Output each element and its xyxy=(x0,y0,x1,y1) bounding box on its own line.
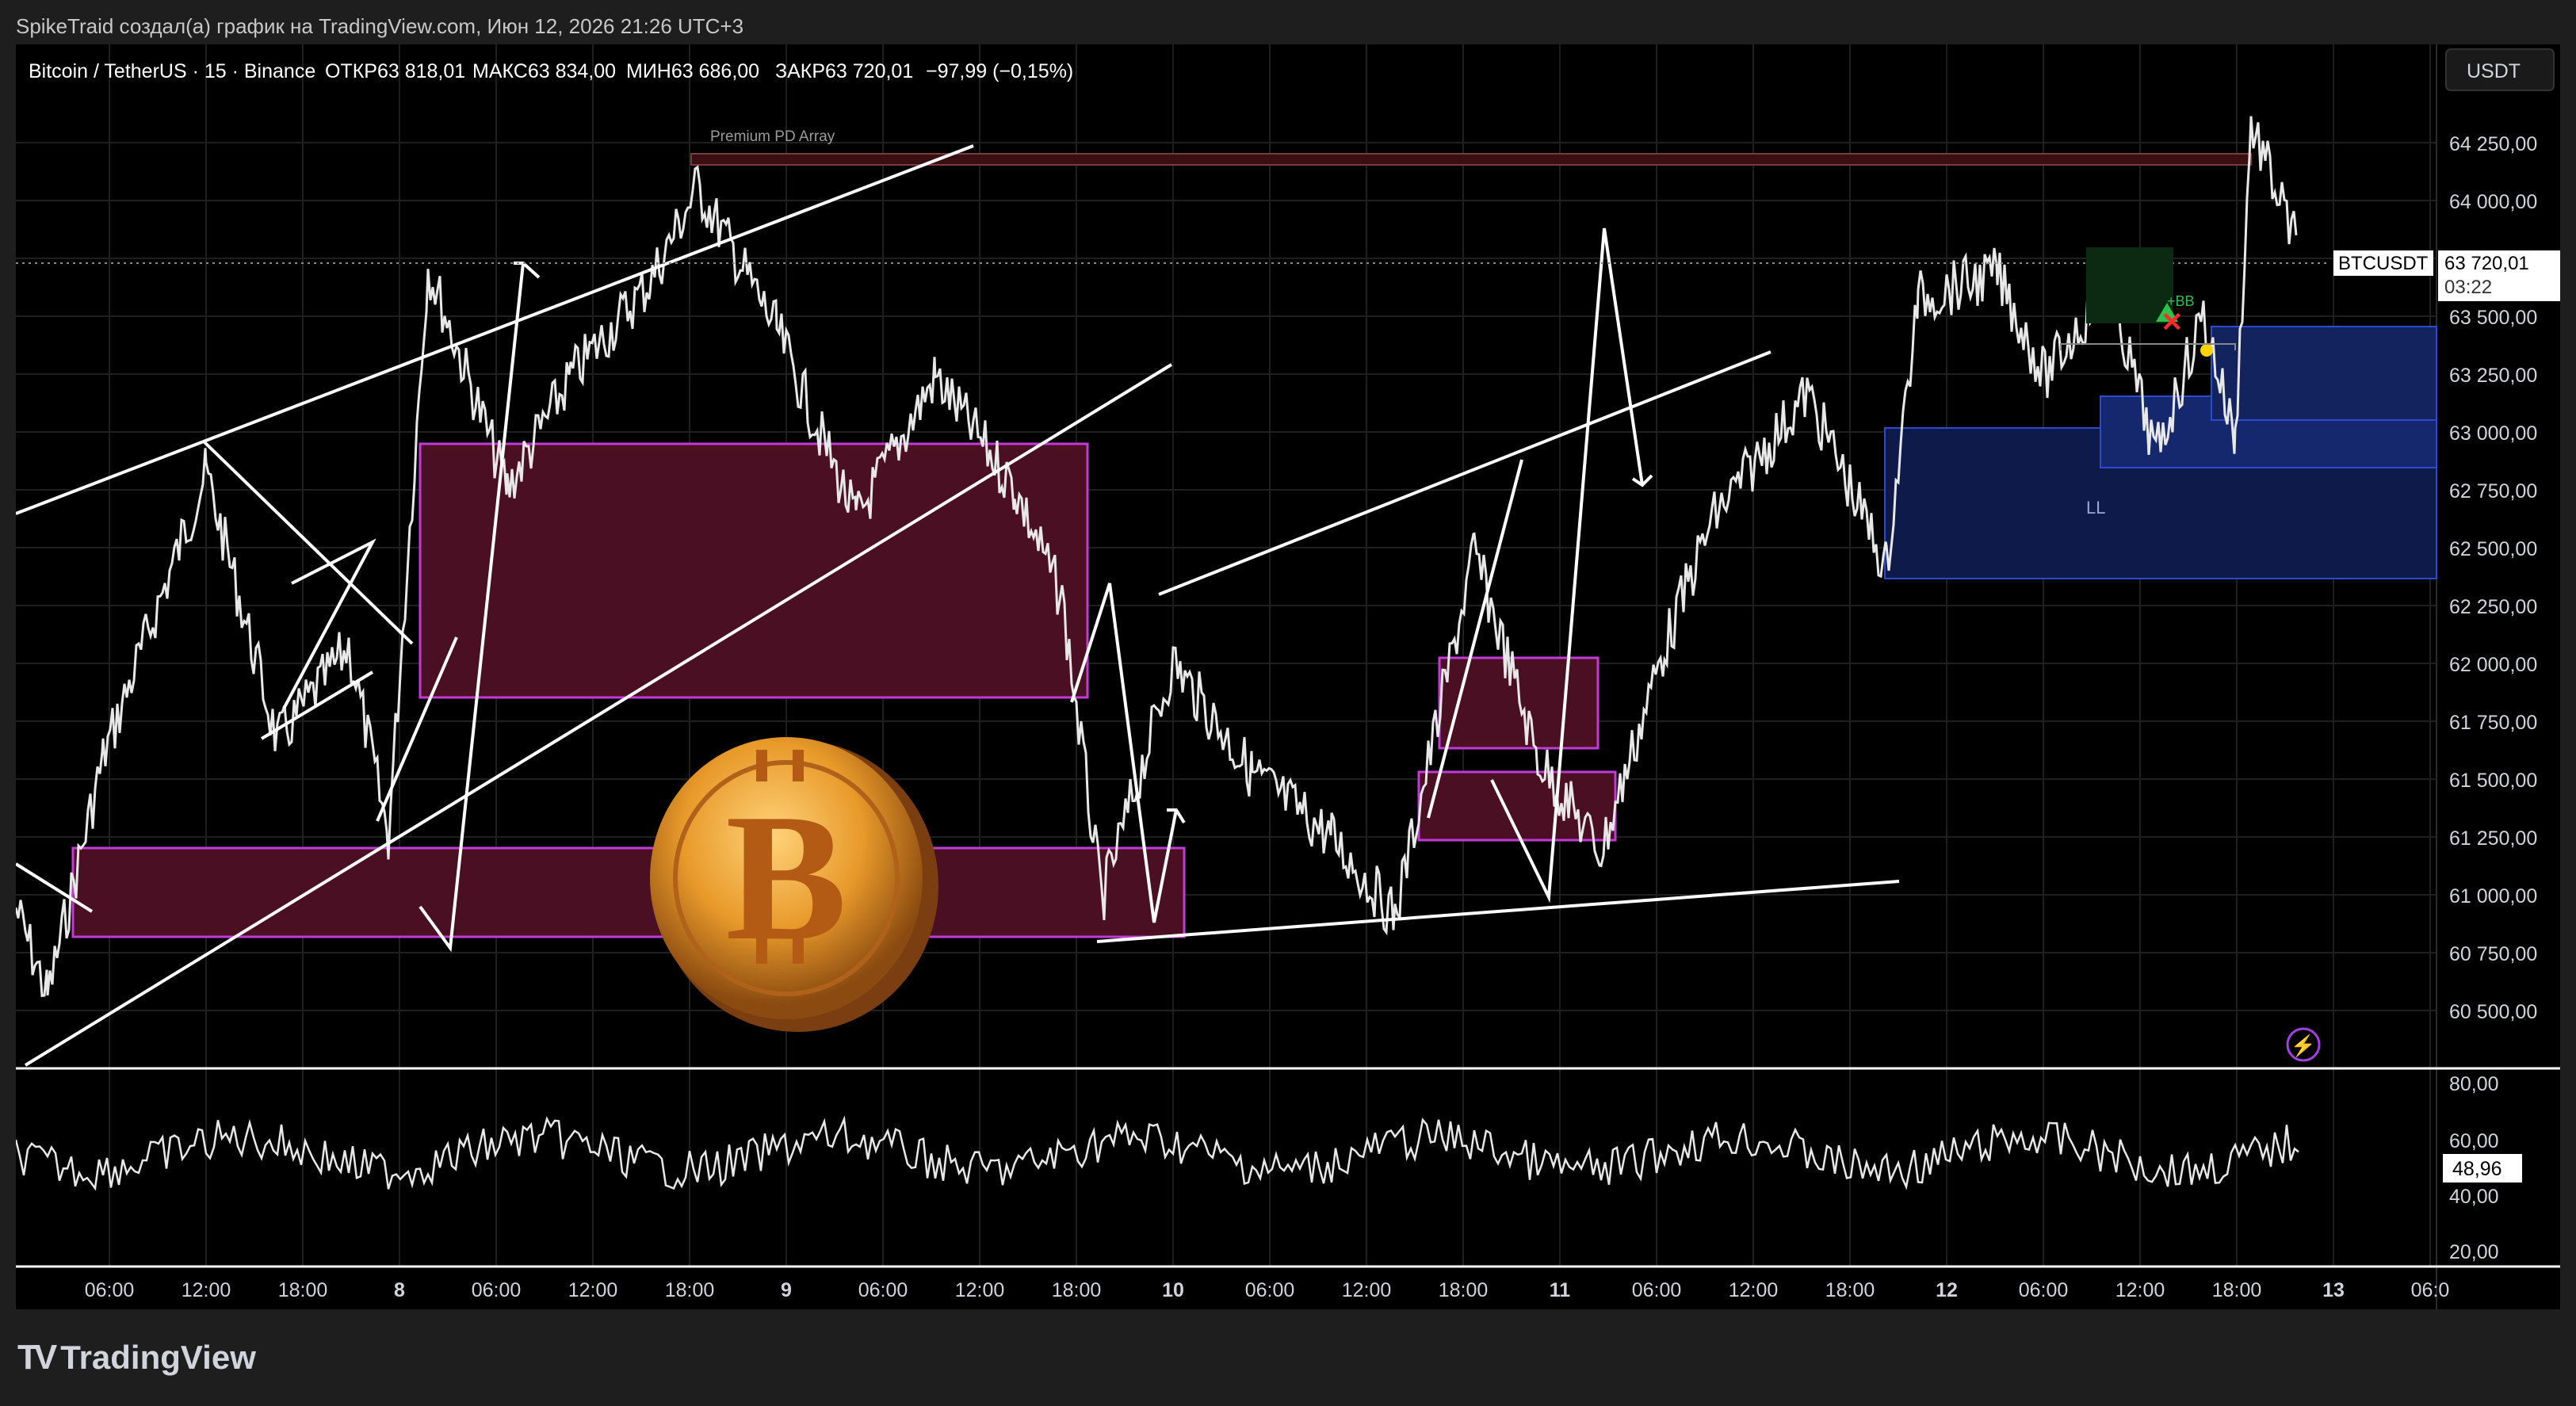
sell-marker-icon: ✕ xyxy=(2161,308,2184,338)
bitcoin-coin-image: B xyxy=(650,737,938,1032)
price-tick-label: 60 500,00 xyxy=(2449,1001,2537,1023)
supply-zone-2 xyxy=(71,846,1186,938)
price-tick-label: 62 500,00 xyxy=(2449,538,2537,560)
time-tick-label: 18:00 xyxy=(1439,1279,1489,1301)
premium-pd-label: Premium PD Array xyxy=(710,128,835,145)
time-tick-label: 12:00 xyxy=(182,1279,231,1301)
symbol-tag-label: BTCUSDT xyxy=(2338,253,2429,274)
time-tick-label: 06:00 xyxy=(858,1279,908,1301)
price-tick-label: 64 250,00 xyxy=(2449,133,2537,155)
ohlc-low: МИН63 686,00 xyxy=(626,60,759,82)
time-tick-label: 18:00 xyxy=(278,1279,328,1301)
rsi-tick-label: 60,00 xyxy=(2449,1130,2499,1152)
demand-zone-top xyxy=(2211,326,2437,421)
time-tick-label: 12:00 xyxy=(2115,1279,2165,1301)
price-tick-label: 61 750,00 xyxy=(2449,712,2537,734)
rsi-tick-label: 40,00 xyxy=(2449,1186,2499,1208)
price-tick-label: 61 250,00 xyxy=(2449,827,2537,850)
time-tick-label: 12:00 xyxy=(568,1279,618,1301)
current-price-tag: 63 720,01 03:22 xyxy=(2438,250,2560,301)
price-tick-label: 62 000,00 xyxy=(2449,654,2537,676)
time-tick-label: 10 xyxy=(1162,1279,1184,1301)
time-tick-label: 12:00 xyxy=(1342,1279,1392,1301)
time-tick-label: 18:00 xyxy=(2212,1279,2262,1301)
time-tick-label: 12:00 xyxy=(1729,1279,1779,1301)
price-tick-label: 63 250,00 xyxy=(2449,365,2537,387)
chart-attribution: SpikeTraid создал(а) график на TradingVi… xyxy=(16,14,744,38)
time-tick-label: 12:00 xyxy=(955,1279,1005,1301)
time-axis-labels: 06:00 12:00 18:00 8 06:00 12:00 18:00 9 06:00 12:… xyxy=(85,1279,2450,1301)
time-tick-label: 06:0 xyxy=(2411,1279,2450,1301)
time-tick-label: 06:00 xyxy=(472,1279,522,1301)
symbol-title: Bitcoin / TetherUS · 15 · Binance xyxy=(29,60,315,82)
price-tick-label: 61 500,00 xyxy=(2449,770,2537,792)
time-tick-label: 06:00 xyxy=(1632,1279,1682,1301)
time-tick-label: 18:00 xyxy=(1825,1279,1875,1301)
signal-dot xyxy=(2200,344,2213,357)
ohlc-change: −97,99 (−0,15%) xyxy=(926,60,1073,82)
symbol-price-tag: BTCUSDT xyxy=(2333,250,2433,276)
time-tick-label: 18:00 xyxy=(665,1279,715,1301)
time-tick-label: 11 xyxy=(1550,1279,1571,1301)
ibb-label: +BB xyxy=(2167,293,2195,309)
rsi-line xyxy=(16,1115,2299,1191)
time-tick-label: 12 xyxy=(1936,1279,1958,1301)
chart-area[interactable]: Bitcoin / TetherUS · 15 · Binance ОТКР63… xyxy=(16,44,2560,1309)
ohlc-open: ОТКР63 818,01 xyxy=(325,60,465,82)
price-tick-label: 64 000,00 xyxy=(2449,191,2537,213)
price-tick-label: 61 000,00 xyxy=(2449,885,2537,907)
time-tick-label: 8 xyxy=(394,1279,405,1301)
ll-label: LL xyxy=(2086,498,2105,518)
rsi-value-tag: 48,96 xyxy=(2443,1154,2522,1182)
chart-canvas[interactable]: Bitcoin / TetherUS · 15 · Binance ОТКР63… xyxy=(16,44,2560,1309)
tradingview-brand: TradingView xyxy=(60,1339,256,1376)
time-tick-label: 06:00 xyxy=(85,1279,135,1301)
rsi-value: 48,96 xyxy=(2452,1158,2502,1180)
rsi-tick-label: 20,00 xyxy=(2449,1241,2499,1263)
currency-button[interactable]: USDT xyxy=(2445,48,2555,91)
bar-countdown: 03:22 xyxy=(2444,277,2492,298)
time-tick-label: 13 xyxy=(2322,1279,2345,1301)
lightning-icon[interactable]: ⚡ xyxy=(2286,1027,2321,1062)
tradingview-mark-icon: TV xyxy=(17,1338,57,1377)
svg-text:B: B xyxy=(725,776,847,978)
ohlc-high: МАКС63 834,00 xyxy=(472,60,616,82)
time-tick-label: 18:00 xyxy=(1052,1279,1102,1301)
time-tick-label: 06:00 xyxy=(2019,1279,2069,1301)
price-tick-label: 62 250,00 xyxy=(2449,596,2537,618)
price-tick-label: 63 500,00 xyxy=(2449,307,2537,329)
rsi-tick-label: 80,00 xyxy=(2449,1073,2499,1095)
supply-zone-1 xyxy=(419,442,1089,699)
time-tick-label: 9 xyxy=(781,1279,792,1301)
ohlc-close: ЗАКР63 720,01 xyxy=(775,60,913,82)
time-tick-label: 06:00 xyxy=(1245,1279,1295,1301)
price-tick-label: 62 750,00 xyxy=(2449,480,2537,502)
currency-label: USDT xyxy=(2467,60,2521,82)
current-price-value: 63 720,01 xyxy=(2444,253,2529,274)
svg-text:⚡: ⚡ xyxy=(2291,1033,2316,1058)
price-tick-label: 60 750,00 xyxy=(2449,943,2537,965)
price-tick-label: 63 000,00 xyxy=(2449,422,2537,445)
tradingview-logo[interactable]: TV TradingView xyxy=(17,1338,256,1377)
